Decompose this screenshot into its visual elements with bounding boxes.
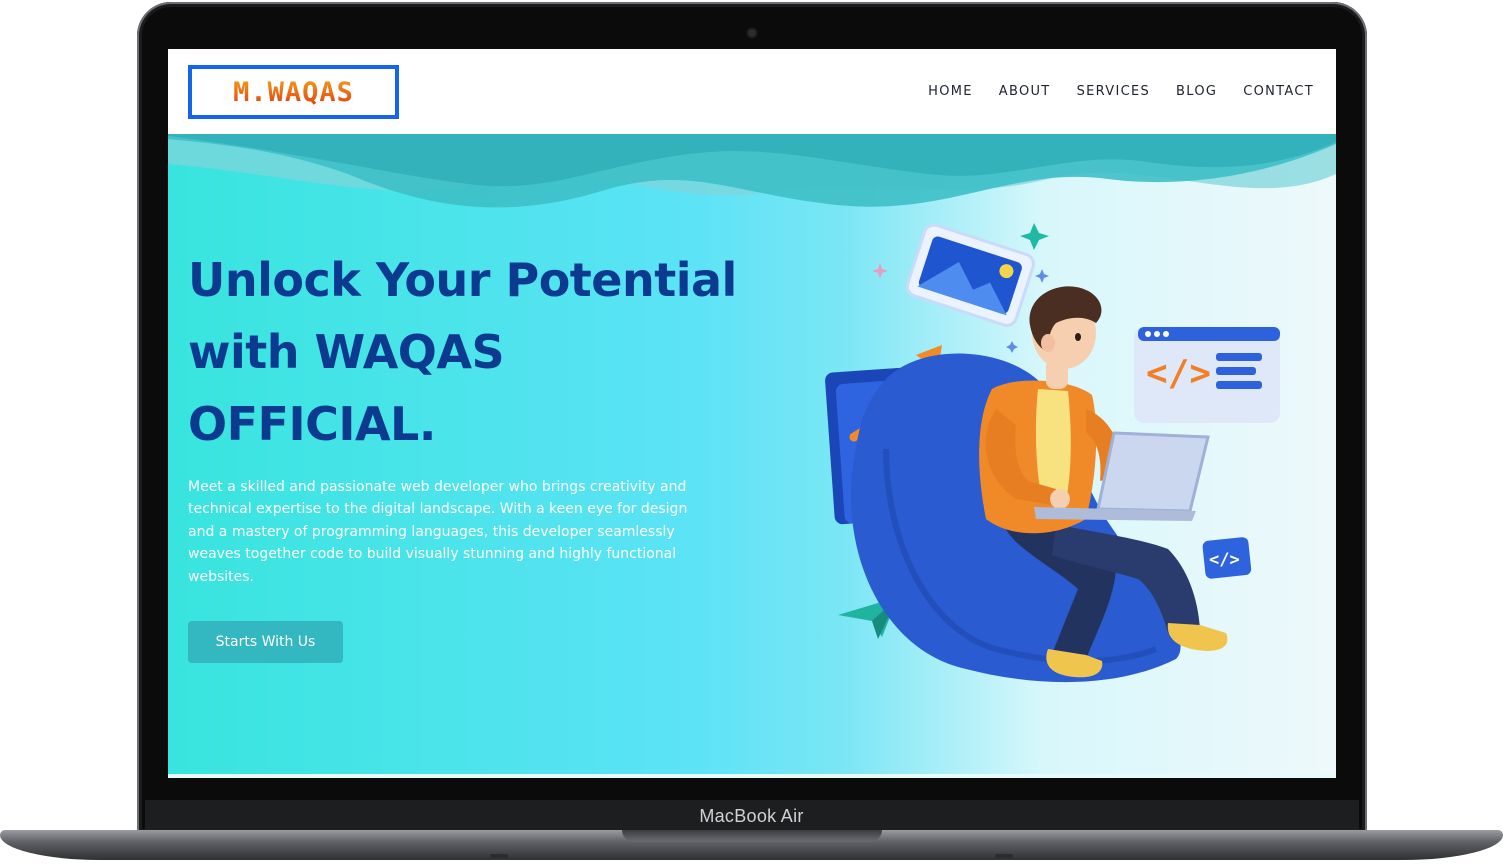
svg-text:</>: </> [1146, 353, 1211, 394]
hero-bottom-edge [168, 774, 1336, 778]
laptop-notch [622, 830, 882, 842]
image-card-icon [905, 223, 1035, 327]
main-nav: HOME ABOUT SERVICES BLOG CONTACT [928, 84, 1314, 99]
headline-line-3: OFFICIAL. [188, 397, 436, 451]
start-button[interactable]: Starts With Us [188, 621, 343, 663]
navbar: M.WAQAS HOME ABOUT SERVICES BLOG CONTACT [168, 49, 1336, 134]
hero-description: Meet a skilled and passionate web develo… [188, 479, 688, 585]
logo-text: M.WAQAS [233, 76, 354, 108]
laptop-mockup: M.WAQAS HOME ABOUT SERVICES BLOG CONTACT… [0, 0, 1503, 864]
nav-blog[interactable]: BLOG [1176, 84, 1217, 99]
website-screen: M.WAQAS HOME ABOUT SERVICES BLOG CONTACT… [168, 49, 1336, 778]
headline-line-2: with WAQAS [188, 325, 505, 379]
hero-section: Unlock Your Potential with WAQAS OFFICIA… [168, 134, 1336, 778]
laptop-foot [995, 854, 1013, 858]
webcam [748, 29, 756, 37]
site-logo[interactable]: M.WAQAS [188, 65, 399, 119]
code-badge-icon: </> [1202, 537, 1252, 579]
headline-line-1: Unlock Your Potential [188, 253, 737, 307]
developer-illustration: </> </> [825, 223, 1280, 683]
nav-contact[interactable]: CONTACT [1243, 84, 1314, 99]
nav-about[interactable]: ABOUT [999, 84, 1051, 99]
device-label: MacBook Air [699, 806, 804, 826]
code-window-icon: </> [1134, 327, 1280, 423]
hero-headline: Unlock Your Potential with WAQAS OFFICIA… [188, 244, 748, 460]
laptop-foot [490, 854, 508, 858]
nav-home[interactable]: HOME [928, 84, 973, 99]
nav-services[interactable]: SERVICES [1077, 84, 1150, 99]
svg-text:</>: </> [1209, 550, 1240, 570]
